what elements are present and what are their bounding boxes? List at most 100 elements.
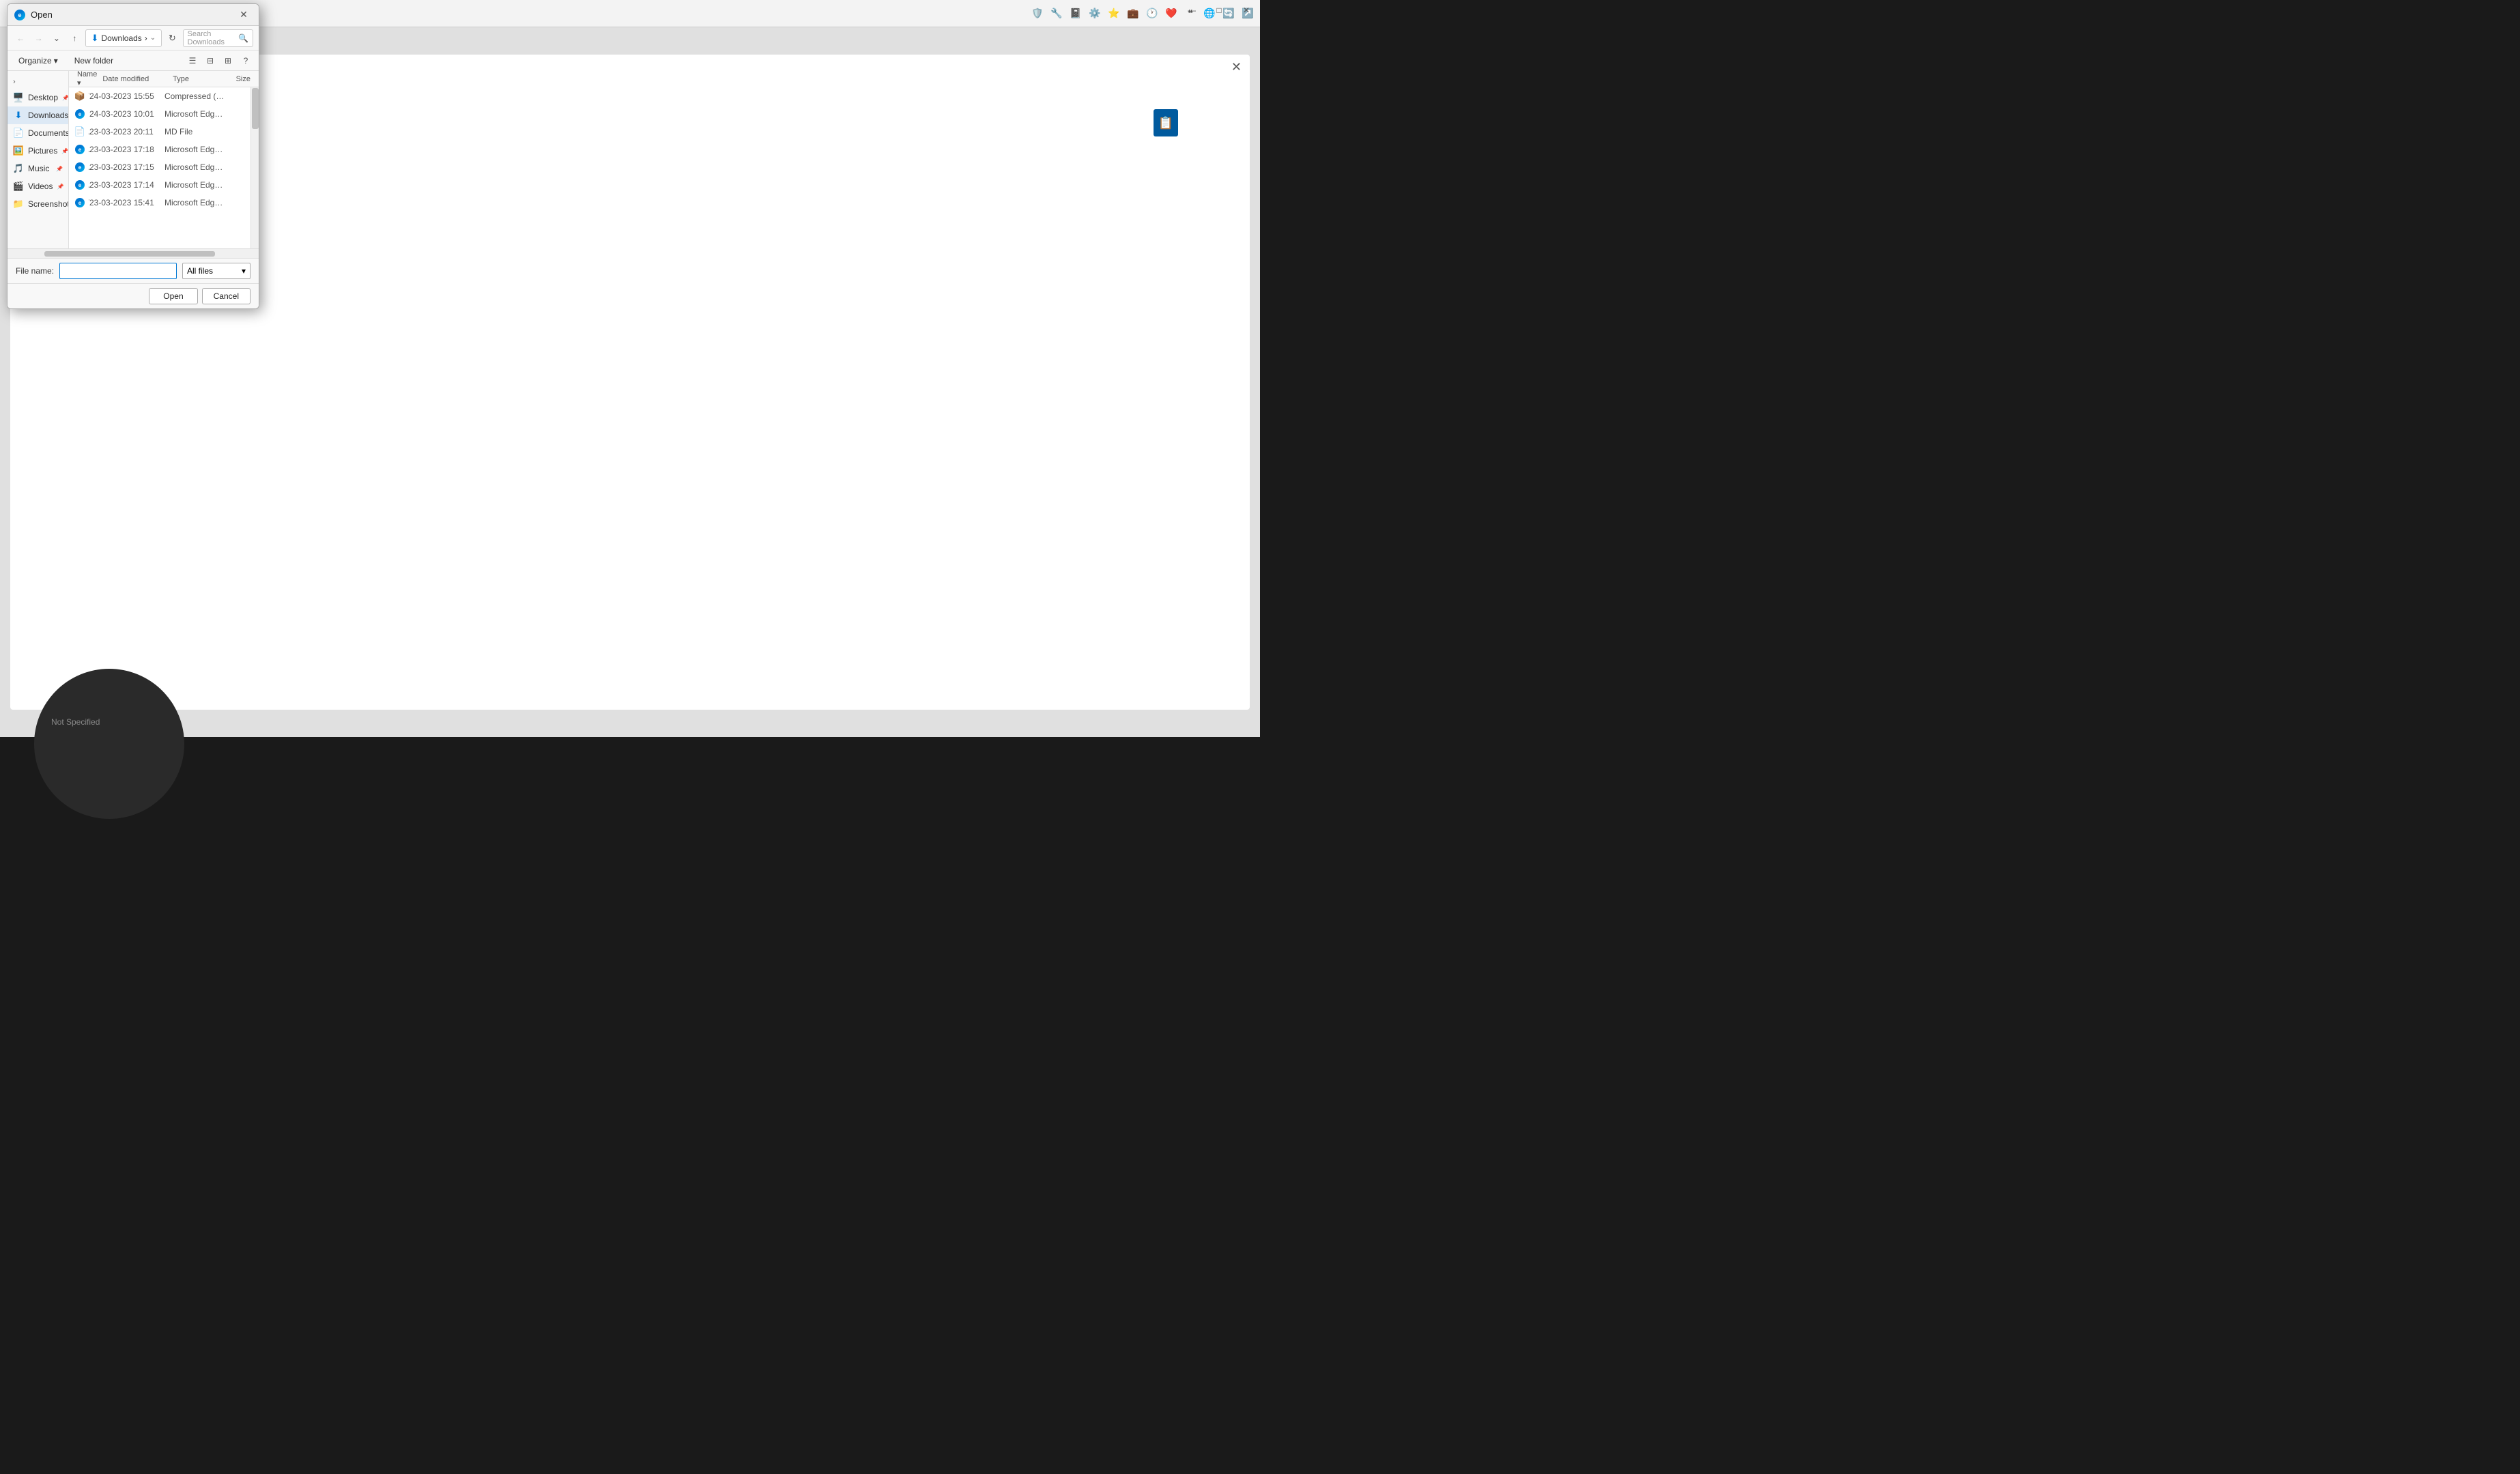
sidebar-item-desktop[interactable]: 🖥️ Desktop 📌	[8, 89, 68, 106]
filetype-dropdown[interactable]: All files ▾	[182, 263, 250, 279]
downloads-icon: ⬇	[13, 110, 24, 121]
file-date-5: 23-03-2023 17:14	[89, 180, 164, 190]
dialog-title: Open	[31, 10, 53, 20]
file-date-6: 23-03-2023 15:41	[89, 198, 164, 207]
dialog-close-button[interactable]: ✕	[235, 7, 252, 23]
help-button[interactable]: ?	[238, 53, 253, 68]
edge-file-icon-5: e	[74, 179, 85, 190]
address-chevron: ›	[145, 33, 147, 43]
sidebar-item-music[interactable]: 🎵 Music 📌	[8, 160, 68, 177]
filetype-label: All files	[187, 266, 213, 276]
address-path: Downloads	[101, 33, 141, 43]
sidebar-item-screenshots-label: Screenshots	[28, 199, 69, 209]
table-row[interactable]: e AddressEntity (1) 23-03-2023 17:15 Mic…	[69, 158, 259, 176]
zip-file-icon: 📦	[74, 91, 85, 102]
new-folder-button[interactable]: New folder	[69, 55, 119, 67]
table-row[interactable]: e AddressEntity 23-03-2023 17:14 Microso…	[69, 176, 259, 194]
sidebar-item-music-label: Music	[28, 164, 49, 173]
music-pin-icon: 📌	[56, 166, 63, 172]
sidebar-item-documents-label: Documents	[28, 128, 69, 138]
open-dialog: e Open ✕ ← → ⌄ ↑ ⬇ Downloads › ⌄ ↻ Searc…	[7, 3, 259, 309]
sidebar-item-videos-label: Videos	[28, 182, 53, 191]
column-date[interactable]: Date modified	[100, 75, 170, 83]
pictures-icon: 🖼️	[13, 145, 24, 156]
dialog-overlay: e Open ✕ ← → ⌄ ↑ ⬇ Downloads › ⌄ ↻ Searc…	[0, 0, 1260, 737]
md-file-icon: 📄	[74, 126, 85, 137]
sidebar-item-desktop-label: Desktop	[28, 93, 58, 102]
screenshots-icon: 📁	[13, 199, 24, 209]
sidebar-item-pictures[interactable]: 🖼️ Pictures 📌	[8, 142, 68, 160]
desktop-pin-icon: 📌	[62, 95, 69, 101]
back-button[interactable]: ←	[13, 30, 28, 46]
music-icon: 🎵	[13, 163, 24, 174]
open-button[interactable]: Open	[149, 288, 197, 304]
file-date-0: 24-03-2023 15:55	[89, 91, 164, 101]
column-size[interactable]: Size	[227, 75, 253, 83]
refresh-button[interactable]: ↻	[164, 30, 180, 46]
vertical-scrollbar-track[interactable]	[250, 87, 259, 248]
column-type[interactable]: Type	[170, 75, 227, 83]
dialog-title-left: e Open	[14, 10, 53, 20]
table-row[interactable]: 📄 Address Entity 23-03-2023 20:11 MD Fil…	[69, 123, 259, 141]
search-icon: 🔍	[238, 33, 248, 43]
toolbar-right: ☰ ⊟ ⊞ ?	[185, 53, 253, 68]
address-bar[interactable]: ⬇ Downloads › ⌄	[85, 29, 162, 47]
address-downloads-icon: ⬇	[91, 33, 99, 44]
videos-icon: 🎬	[13, 181, 24, 192]
address-dropdown-arrow[interactable]: ⌄	[150, 34, 156, 42]
desktop-icon: 🖥️	[13, 92, 24, 103]
file-date-1: 24-03-2023 10:01	[89, 109, 164, 119]
filelist-header: Name Date modified Type Size	[69, 71, 259, 87]
horizontal-scrollbar-thumb[interactable]	[44, 251, 215, 257]
search-placeholder: Search Downloads	[188, 30, 239, 46]
sidebar-item-pictures-label: Pictures	[28, 146, 57, 156]
vertical-scrollbar-thumb[interactable]	[252, 88, 259, 129]
edge-file-icon-1: e	[74, 109, 85, 119]
dialog-navbar: ← → ⌄ ↑ ⬇ Downloads › ⌄ ↻ Search Downloa…	[8, 26, 259, 50]
edge-file-icon-3: e	[74, 144, 85, 155]
detail-view-button[interactable]: ⊟	[203, 53, 218, 68]
dialog-buttons: Open Cancel	[8, 283, 259, 308]
filename-label: File name:	[16, 266, 54, 276]
nav-dropdown-button[interactable]: ⌄	[49, 30, 64, 46]
sidebar-item-documents[interactable]: 📄 Documents 📌	[8, 124, 68, 142]
file-type-3: Microsoft Edge HT...	[164, 145, 226, 154]
sidebar-item-screenshots[interactable]: 📁 Screenshots	[8, 195, 68, 213]
pictures-pin-icon: 📌	[61, 148, 68, 154]
file-date-3: 23-03-2023 17:18	[89, 145, 164, 154]
file-date-2: 23-03-2023 20:11	[89, 127, 164, 136]
edge-file-icon-4: e	[74, 162, 85, 173]
search-box[interactable]: Search Downloads 🔍	[183, 29, 253, 47]
table-row[interactable]: e Import_Address 24-03-2023 10:01 Micros…	[69, 105, 259, 123]
dialog-toolbar: Organize ▾ New folder ☰ ⊟ ⊞ ?	[8, 50, 259, 71]
table-row[interactable]: e AddressEntity (2) 23-03-2023 17:18 Mic…	[69, 141, 259, 158]
file-type-6: Microsoft Edge HT...	[164, 198, 226, 207]
dialog-sidebar: › 🖥️ Desktop 📌 ⬇ Downloads 📌 📄 Documents…	[8, 71, 69, 248]
table-row[interactable]: e Test 4 23-03-2023 15:41 Microsoft Edge…	[69, 194, 259, 212]
sidebar-item-downloads-label: Downloads	[28, 111, 68, 120]
up-button[interactable]: ↑	[67, 30, 82, 46]
sidebar-expand[interactable]: ›	[8, 75, 68, 89]
dialog-filelist: Name Date modified Type Size 📦 Test 4 (2…	[69, 71, 259, 248]
forward-button[interactable]: →	[31, 30, 46, 46]
horizontal-scrollbar[interactable]	[8, 248, 259, 258]
cancel-button[interactable]: Cancel	[202, 288, 250, 304]
videos-pin-icon: 📌	[57, 184, 63, 190]
file-date-4: 23-03-2023 17:15	[89, 162, 164, 172]
table-row[interactable]: 📦 Test 4 (2) 24-03-2023 15:55 Compressed…	[69, 87, 259, 105]
edge-logo-icon: e	[14, 10, 25, 20]
filename-input[interactable]	[59, 263, 177, 279]
list-view-button[interactable]: ☰	[185, 53, 200, 68]
column-name[interactable]: Name	[74, 71, 100, 87]
sidebar-item-downloads[interactable]: ⬇ Downloads 📌	[8, 106, 68, 124]
file-type-4: Microsoft Edge HT...	[164, 162, 226, 172]
documents-icon: 📄	[13, 128, 24, 139]
layout-view-button[interactable]: ⊞	[220, 53, 235, 68]
file-type-1: Microsoft Edge HT...	[164, 109, 226, 119]
dialog-titlebar: e Open ✕	[8, 4, 259, 26]
file-type-2: MD File	[164, 127, 226, 136]
sidebar-item-videos[interactable]: 🎬 Videos 📌	[8, 177, 68, 195]
organize-button[interactable]: Organize ▾	[13, 55, 63, 67]
file-type-0: Compressed (zipp...	[164, 91, 226, 101]
filename-row: File name: All files ▾	[8, 258, 259, 283]
